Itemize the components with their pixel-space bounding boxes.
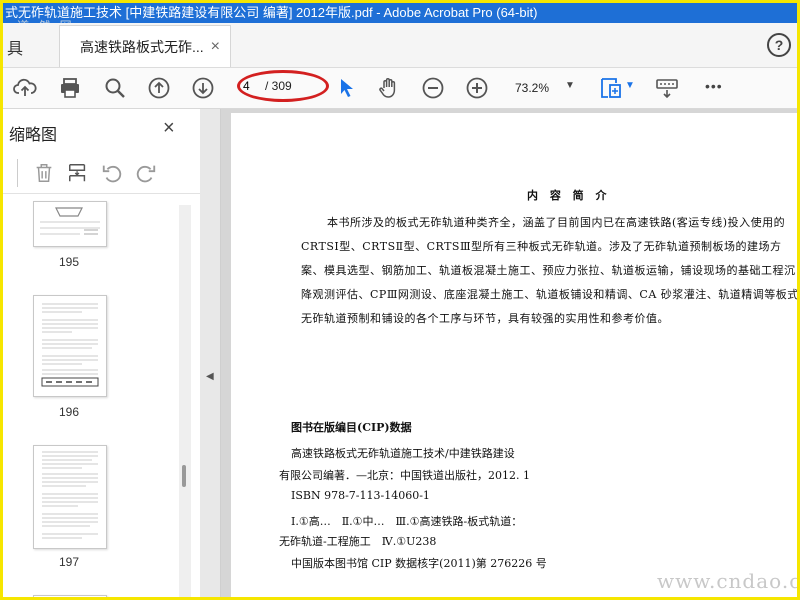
page-navigator: / 309 (237, 70, 329, 102)
rotate-left-icon[interactable] (101, 162, 123, 184)
thumbnail-page-197[interactable] (33, 445, 107, 549)
thumbnail-preview (40, 207, 100, 235)
title-bar: 式无砟轨道施工技术 [中建铁路建设有限公司 编著] 2012年版.pdf - A… (3, 3, 797, 23)
watermark-bottom: www.cndao.com (657, 569, 800, 593)
page-down-icon[interactable] (191, 76, 215, 100)
delete-page-icon[interactable] (33, 162, 55, 184)
thumbnail-panel-close-icon[interactable]: × (163, 117, 175, 140)
rotate-right-icon[interactable] (135, 162, 157, 184)
cip-line: Ⅰ.①高… Ⅱ.①中… Ⅲ.①高速铁路-板式轨道： (291, 515, 523, 528)
more-icon[interactable]: ••• (705, 78, 723, 94)
insert-page-icon[interactable] (67, 162, 89, 184)
app-window: 式无砟轨道施工技术 [中建铁路建设有限公司 编著] 2012年版.pdf - A… (0, 0, 800, 600)
zoom-dropdown-icon[interactable]: ▼ (565, 80, 575, 91)
thumbnail-scrollbar[interactable] (179, 205, 191, 597)
collapse-panel-icon[interactable]: ◀ (206, 371, 214, 382)
toolbar: / 309 73.2% ▼ ▼ ••• (3, 68, 797, 109)
cip-line: 高速铁路板式无砟轨道施工技术/中建铁路建设 (291, 447, 515, 460)
fit-page-icon[interactable] (599, 76, 623, 100)
window-title: 式无砟轨道施工技术 [中建铁路建设有限公司 编著] 2012年版.pdf - A… (5, 5, 538, 20)
thumbnail-preview (42, 451, 98, 539)
thumbnail-label-195: 195 (58, 255, 80, 269)
summary-heading: 内 容 简 介 (527, 189, 611, 202)
thumbnail-label-197: 197 (58, 555, 80, 569)
thumbnail-page-195[interactable] (33, 201, 107, 247)
keyboard-icon[interactable] (655, 76, 679, 100)
highlight-oval (237, 70, 329, 102)
thumbnail-page-198[interactable] (33, 595, 107, 597)
help-button[interactable]: ? (767, 33, 791, 57)
thumbnail-preview (41, 303, 99, 387)
page-up-icon[interactable] (147, 76, 171, 100)
thumbnail-page-196[interactable] (33, 295, 107, 397)
tab-document-label: 高速铁路板式无砟... (80, 39, 204, 55)
cip-title: 图书在版编目(CIP)数据 (291, 421, 412, 434)
search-icon[interactable] (103, 76, 127, 100)
fit-page-dropdown-icon[interactable]: ▼ (625, 80, 635, 91)
scrollbar-thumb[interactable] (182, 465, 186, 487)
thumbnail-panel-title: 缩略图 (9, 127, 58, 144)
print-icon[interactable] (58, 76, 82, 100)
thumbnail-label-196: 196 (58, 405, 80, 419)
tab-close-icon[interactable]: × (211, 26, 220, 68)
pdf-page: 内 容 简 介 本书所涉及的板式无砟轨道种类齐全，涵盖了目前国内已在高速铁路(客… (231, 113, 799, 597)
cip-line: ISBN 978-7-113-14060-1 (291, 489, 430, 502)
upload-icon[interactable] (13, 76, 37, 100)
cip-line: 中国版本图书馆 CIP 数据核字(2011)第 276226 号 (291, 557, 547, 570)
select-arrow-icon[interactable] (335, 76, 359, 100)
panel-splitter[interactable]: ◀ (200, 109, 221, 597)
tab-tools[interactable]: 具 (7, 35, 23, 59)
zoom-in-icon[interactable] (465, 76, 489, 100)
zoom-out-icon[interactable] (421, 76, 445, 100)
tab-bar: 具 高速铁路板式无砟... × ? (3, 23, 797, 68)
cip-line: 无砟轨道-工程施工 Ⅳ.①U238 (279, 535, 437, 548)
divider (17, 159, 18, 187)
zoom-value[interactable]: 73.2% (515, 81, 549, 95)
document-viewer: 内 容 简 介 本书所涉及的板式无砟轨道种类齐全，涵盖了目前国内已在高速铁路(客… (221, 109, 797, 597)
thumbnail-panel: 缩略图 × 195 196 197 (3, 109, 201, 597)
summary-paragraph: 本书所涉及的板式无砟轨道种类齐全，涵盖了目前国内已在高速铁路(客运专线)投入使用… (301, 216, 799, 325)
tab-document[interactable]: 高速铁路板式无砟... × (59, 25, 231, 67)
thumbnail-toolbar (3, 153, 200, 194)
cip-line: 有限公司编著．—北京：中国铁道出版社，2012. 1 (279, 469, 530, 482)
hand-icon[interactable] (377, 76, 401, 100)
